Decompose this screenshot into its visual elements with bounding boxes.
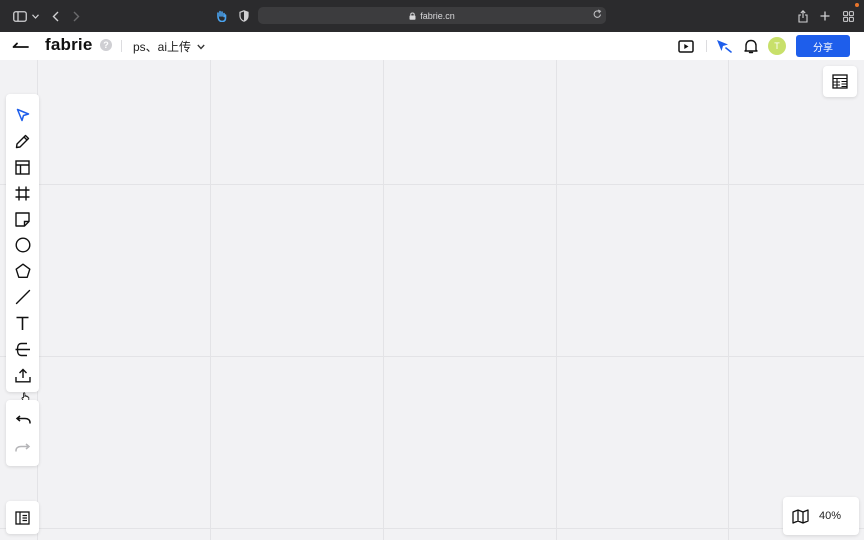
connector-tool[interactable] [6, 337, 39, 361]
frame-icon [15, 186, 30, 200]
line-tool[interactable] [6, 285, 39, 309]
zoom-level[interactable]: 40% [819, 510, 841, 522]
new-tab-icon[interactable] [817, 0, 833, 32]
pentagon-icon [15, 263, 30, 278]
grid-line [728, 60, 729, 540]
layers-panel-button[interactable] [6, 501, 39, 534]
url-text: fabrie.cn [420, 10, 455, 21]
undo-button[interactable] [6, 408, 39, 432]
sticky-note-tool[interactable] [6, 207, 39, 231]
frame-tool[interactable] [6, 181, 39, 205]
address-bar[interactable]: fabrie.cn [258, 7, 606, 24]
presentation-play-icon[interactable] [676, 37, 696, 55]
grid-line [556, 60, 557, 540]
history-panel [6, 400, 39, 466]
sticky-note-icon [15, 211, 30, 227]
text-tool[interactable] [6, 311, 39, 335]
document-title[interactable]: ps、ai上传 [133, 38, 205, 55]
document-title-text: ps、ai上传 [133, 40, 192, 54]
circle-icon [14, 237, 31, 253]
pen-tool[interactable] [6, 129, 39, 153]
app-header: fabrie ? ps、ai上传 T 分享 [0, 32, 864, 60]
follow-cursor-icon[interactable] [714, 37, 734, 55]
whiteboard-canvas[interactable] [0, 60, 864, 540]
layers-panel-icon [15, 510, 30, 525]
pentagon-tool[interactable] [6, 259, 39, 283]
select-icon [16, 108, 29, 122]
map-icon[interactable] [792, 508, 809, 524]
zoom-control[interactable]: 40% [783, 497, 859, 535]
table-icon [832, 74, 848, 89]
help-icon[interactable]: ? [100, 39, 112, 51]
grid-line [0, 356, 864, 357]
sidebar-icon[interactable] [10, 0, 30, 32]
grid-line [0, 528, 864, 529]
table-panel-button[interactable] [823, 66, 857, 97]
browser-toolbar: fabrie.cn [0, 0, 864, 32]
reload-icon[interactable] [593, 9, 602, 21]
template-tool[interactable] [6, 155, 39, 179]
chevron-down-icon [197, 44, 205, 49]
tab-overview-icon[interactable] [840, 0, 856, 32]
line-icon [15, 289, 30, 305]
undo-icon [15, 415, 31, 424]
redo-button[interactable] [6, 436, 39, 460]
grid-line [383, 60, 384, 540]
pen-icon [15, 134, 30, 148]
lock-icon [409, 12, 416, 20]
chevron-down-icon[interactable] [30, 0, 40, 32]
share-button[interactable]: 分享 [796, 35, 850, 57]
notification-dot [855, 3, 859, 7]
divider [121, 40, 122, 52]
upload-tool[interactable] [6, 363, 39, 387]
select-tool[interactable] [6, 103, 39, 127]
forward-arrow-icon[interactable] [69, 0, 83, 32]
back-button[interactable] [12, 37, 32, 55]
template-icon [15, 159, 30, 175]
logo[interactable]: fabrie [45, 35, 93, 55]
avatar[interactable]: T [768, 37, 786, 55]
redo-icon [14, 443, 30, 452]
back-arrow-icon [12, 42, 29, 48]
connector-icon [15, 342, 30, 356]
tool-palette [6, 94, 39, 392]
circle-tool[interactable] [6, 233, 39, 257]
extension-hand-icon[interactable] [213, 0, 229, 32]
grid-line [210, 60, 211, 540]
text-icon [16, 316, 29, 330]
divider [706, 40, 707, 52]
shield-icon[interactable] [236, 0, 252, 32]
notification-bell-icon[interactable] [741, 37, 761, 55]
grid-line [0, 184, 864, 185]
back-arrow-icon[interactable] [48, 0, 62, 32]
share-icon[interactable] [795, 0, 811, 32]
upload-icon [14, 368, 31, 382]
